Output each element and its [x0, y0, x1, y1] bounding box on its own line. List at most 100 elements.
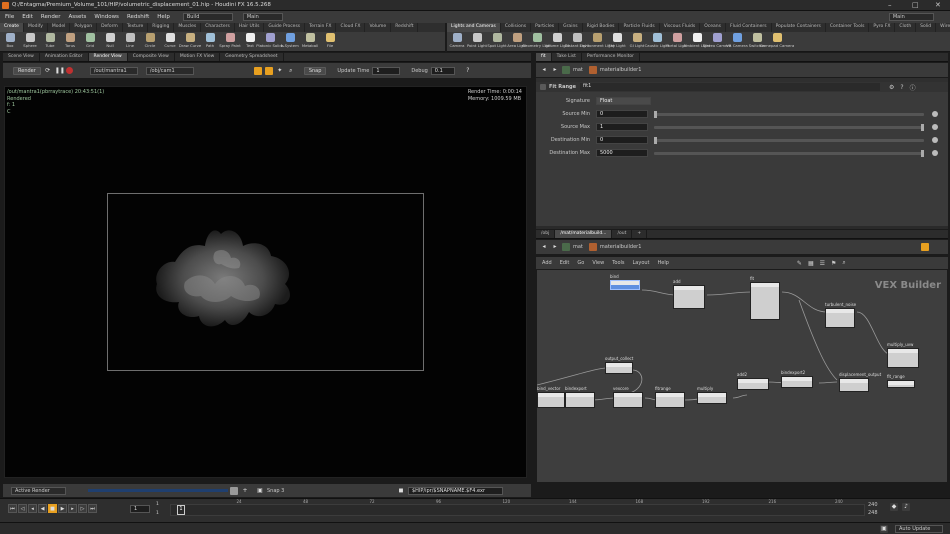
shelf-tab[interactable]: Cloud FX: [336, 23, 366, 32]
shelf-tool[interactable]: Sky Light: [607, 32, 627, 51]
shelf-tool[interactable]: Platonic Solids: [256, 32, 284, 51]
shelf-tool[interactable]: Line: [120, 32, 140, 51]
help-icon[interactable]: ?: [900, 84, 903, 91]
audio-icon[interactable]: ♪: [902, 503, 910, 511]
slider-knob[interactable]: [921, 123, 924, 131]
shelf-tool[interactable]: Sphere: [20, 32, 40, 51]
help-icon[interactable]: ?: [463, 66, 472, 75]
shelf-tool[interactable]: Geometry Light: [522, 32, 552, 51]
shelf-tool[interactable]: File: [320, 32, 340, 51]
last-frame-icon[interactable]: ⏭: [88, 504, 97, 513]
tab-motion-fx-view[interactable]: Motion FX View: [175, 53, 221, 61]
main-select-right[interactable]: Main: [888, 13, 934, 21]
net-menu-layout[interactable]: Layout: [633, 260, 650, 266]
camera-select[interactable]: /obj/cam1: [145, 66, 194, 75]
minimize-button[interactable]: –: [888, 1, 892, 9]
pause-icon[interactable]: ❚❚: [54, 66, 65, 75]
param-node[interactable]: materialbuilder1: [600, 67, 641, 73]
render-button[interactable]: Render: [13, 66, 41, 75]
forward-icon[interactable]: ▸: [551, 66, 559, 74]
net-menu-view[interactable]: View: [592, 260, 604, 266]
shelf-tab[interactable]: Grains: [559, 23, 583, 32]
vop-node[interactable]: [605, 362, 633, 374]
param-value-field[interactable]: 0: [596, 136, 648, 144]
slider-handle[interactable]: [230, 486, 238, 495]
vop-node[interactable]: [737, 378, 769, 390]
shelf-tab[interactable]: Particles: [531, 23, 560, 32]
shelf-tab[interactable]: Pyro FX: [869, 23, 896, 32]
step-forward-icon[interactable]: ▸: [68, 504, 77, 513]
shelf-tab[interactable]: Solid: [916, 23, 937, 32]
shelf-tab[interactable]: Guide Process: [264, 23, 306, 32]
slider-knob[interactable]: [921, 149, 924, 157]
vop-node[interactable]: [750, 282, 780, 320]
back-icon[interactable]: ◂: [540, 66, 548, 74]
shelf-tab[interactable]: Create: [0, 23, 24, 32]
tab-fit[interactable]: fit: [536, 53, 552, 61]
shelf-tab[interactable]: Redshift: [391, 23, 419, 32]
refresh-icon[interactable]: ⟳: [43, 66, 52, 75]
snapshot-icon[interactable]: ▣: [256, 486, 264, 495]
shelf-tab[interactable]: Fluid Containers: [726, 23, 772, 32]
key-icon[interactable]: ◆: [890, 503, 898, 511]
param-slider[interactable]: [654, 149, 924, 157]
param-slider[interactable]: [654, 123, 924, 131]
shelf-tool[interactable]: Distant Light: [565, 32, 589, 51]
current-frame-field[interactable]: 1: [130, 505, 150, 513]
tab-animation-editor[interactable]: Animation Editor: [40, 53, 89, 61]
tab-out[interactable]: /out: [612, 230, 633, 238]
tab-mat[interactable]: /mat/materialbuild...: [555, 230, 613, 238]
vop-node[interactable]: [655, 392, 685, 408]
param-value-field[interactable]: 0: [596, 110, 648, 118]
forward-icon[interactable]: ▸: [551, 243, 559, 251]
shelf-tool[interactable]: Torus: [60, 32, 80, 51]
tab-obj[interactable]: /obj: [536, 230, 556, 238]
shelf-tab[interactable]: Characters: [201, 23, 235, 32]
render-view[interactable]: /out/mantra1(pbrraytrace) 20:43:51(1) Re…: [4, 86, 527, 478]
pin-icon[interactable]: [921, 243, 930, 251]
shelf-tool[interactable]: Volume Light: [545, 32, 569, 51]
shelf-tab[interactable]: Rigging: [148, 23, 175, 32]
maximize-button[interactable]: □: [912, 1, 919, 9]
info-icon[interactable]: ⓘ: [910, 83, 916, 92]
menu-file[interactable]: File: [5, 14, 14, 20]
update-mode-select[interactable]: Auto Update: [895, 525, 943, 533]
shelf-tool[interactable]: GI Light: [627, 32, 647, 51]
timeline[interactable]: 1: [170, 504, 865, 516]
snap-button[interactable]: Snap: [303, 66, 327, 75]
wrench-icon[interactable]: ✎: [797, 260, 802, 267]
channel-icon[interactable]: [932, 137, 938, 143]
param-path[interactable]: mat: [573, 67, 583, 73]
add-tab-icon[interactable]: +: [632, 230, 648, 238]
param-value-field[interactable]: Float: [596, 97, 651, 105]
vop-node[interactable]: [887, 380, 915, 388]
param-value-field[interactable]: 1: [596, 123, 648, 131]
play-icon[interactable]: ▶: [58, 504, 67, 513]
close-button[interactable]: ✕: [935, 1, 941, 9]
menu-assets[interactable]: Assets: [68, 14, 86, 20]
shelf-tab[interactable]: Model: [48, 23, 71, 32]
shelf-tab[interactable]: Cloth: [895, 23, 917, 32]
shelf-tool[interactable]: Circle: [140, 32, 160, 51]
shelf-tab[interactable]: Deform: [97, 23, 123, 32]
shelf-tab[interactable]: Collisions: [501, 23, 532, 32]
shelf-tool[interactable]: Draw Curve: [179, 32, 201, 51]
net-menu-help[interactable]: Help: [658, 260, 669, 266]
shelf-tab[interactable]: Texture: [123, 23, 149, 32]
grid-icon[interactable]: ▦: [808, 260, 814, 267]
menu-edit[interactable]: Edit: [22, 14, 33, 20]
desktop-select[interactable]: Build: [182, 13, 233, 21]
shelf-tab[interactable]: Rigid Bodies: [583, 23, 620, 32]
shelf-tab[interactable]: Terrain FX: [305, 23, 337, 32]
shelf-tab[interactable]: Oceans: [700, 23, 727, 32]
region-icon[interactable]: [253, 66, 262, 75]
play-reverse-icon[interactable]: ◀: [38, 504, 47, 513]
next-key-icon[interactable]: ▷: [78, 504, 87, 513]
net-menu-add[interactable]: Add: [542, 260, 552, 266]
network-path[interactable]: mat: [573, 244, 583, 250]
shelf-tool[interactable]: Area Light: [507, 32, 527, 51]
shelf-tab[interactable]: Modify: [24, 23, 48, 32]
shelf-tool[interactable]: Portal Light: [666, 32, 688, 51]
rop-select[interactable]: /out/mantra1: [89, 66, 138, 75]
zoom-icon[interactable]: ⌕: [286, 66, 295, 75]
